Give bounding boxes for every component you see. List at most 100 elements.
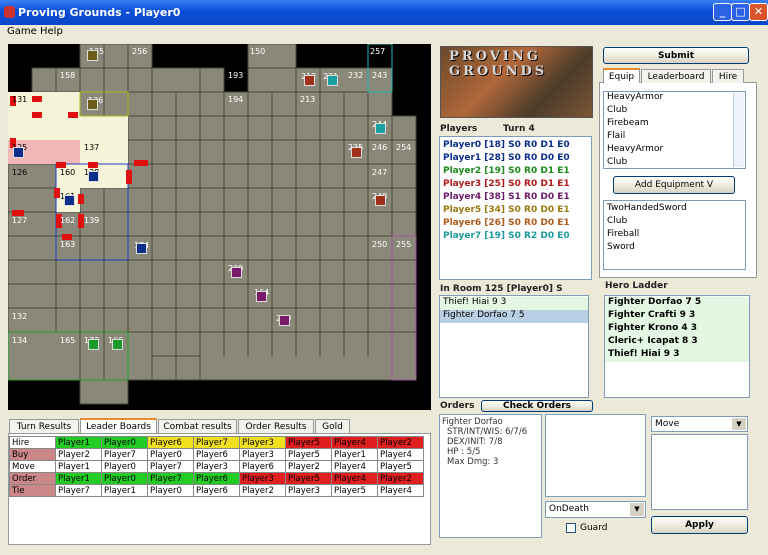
- hero-marker[interactable]: [279, 315, 290, 326]
- hero-marker[interactable]: [112, 339, 123, 350]
- window-title: Proving Grounds - Player0: [18, 6, 181, 19]
- hero-marker[interactable]: [87, 99, 98, 110]
- list-item[interactable]: Club: [604, 216, 745, 229]
- apply-button[interactable]: Apply: [651, 516, 748, 534]
- chevron-down-icon[interactable]: ▼: [732, 418, 746, 430]
- move-options-area[interactable]: [651, 434, 748, 510]
- room-label: 256: [132, 47, 148, 56]
- player-row[interactable]: Player7 [19] S0 R2 D0 E0: [440, 231, 591, 244]
- hero-marker[interactable]: [88, 339, 99, 350]
- room-label: 246: [372, 143, 388, 152]
- list-item[interactable]: Club: [604, 157, 745, 168]
- player-row[interactable]: Player6 [26] S0 R0 D0 E1: [440, 218, 591, 231]
- table-cell: Player5: [285, 436, 332, 449]
- list-item[interactable]: Thief! Hiai 9 3: [605, 349, 749, 362]
- table-cell: Player5: [285, 472, 332, 485]
- table-cell: Player2: [55, 448, 102, 461]
- move-select[interactable]: Move ▼: [651, 416, 748, 432]
- table-cell: Player4: [377, 448, 424, 461]
- hero-marker[interactable]: [13, 147, 24, 158]
- hero-marker[interactable]: [327, 75, 338, 86]
- table-cell: Player6: [193, 484, 240, 497]
- list-item[interactable]: HeavyArmor: [604, 144, 745, 157]
- tab-leader-boards[interactable]: Leader Boards: [80, 418, 157, 433]
- on-death-select[interactable]: OnDeath ▼: [545, 501, 646, 518]
- list-item[interactable]: Firebeam: [604, 118, 745, 131]
- table-cell: Player1: [101, 484, 148, 497]
- hero-marker[interactable]: [88, 171, 99, 182]
- hero-marker[interactable]: [256, 291, 267, 302]
- hero-marker[interactable]: [87, 50, 98, 61]
- tab-gold[interactable]: Gold: [315, 419, 350, 433]
- scrollbar[interactable]: [733, 93, 744, 167]
- player-row[interactable]: Player5 [34] S0 R0 D0 E1: [440, 205, 591, 218]
- player-row[interactable]: Player2 [19] S0 R0 D1 E1: [440, 166, 591, 179]
- banner-logo: PROVING GROUNDS: [449, 49, 548, 79]
- table-cell: Player6: [147, 436, 194, 449]
- equipped-list: TwoHandedSword Club Fireball Sword: [603, 200, 746, 270]
- hero-marker[interactable]: [351, 147, 362, 158]
- hero-marker[interactable]: [375, 123, 386, 134]
- maximize-icon[interactable]: □: [731, 3, 750, 21]
- guard-checkbox[interactable]: [566, 523, 576, 533]
- table-cell: Player1: [55, 460, 102, 473]
- minimize-icon[interactable]: _: [713, 3, 732, 21]
- tab-turn-results[interactable]: Turn Results: [9, 419, 79, 433]
- room-label: 132: [12, 312, 28, 321]
- table-cell: Player3: [285, 484, 332, 497]
- player-row[interactable]: Player1 [28] S0 R0 D0 E0: [440, 153, 591, 166]
- dungeon-map[interactable]: 135 256 150 257 158 193 212 221 232 243 …: [8, 44, 431, 410]
- chevron-down-icon[interactable]: ▼: [630, 503, 644, 516]
- player-row[interactable]: Player4 [38] S1 R0 D0 E1: [440, 192, 591, 205]
- player-row[interactable]: Player0 [18] S0 R0 D1 E0: [440, 140, 591, 153]
- list-item[interactable]: Fighter Crafti 9 3: [605, 310, 749, 323]
- orders-text-area[interactable]: [545, 414, 646, 497]
- room-hero-list: Thief! Hiai 9 3 Fighter Dorfao 7 5: [439, 295, 589, 398]
- menu-help[interactable]: Help: [40, 26, 63, 37]
- check-orders-button[interactable]: Check Orders: [481, 400, 593, 412]
- room-label: 137: [84, 143, 100, 152]
- room-label: 163: [60, 240, 76, 249]
- table-cell: Player5: [285, 448, 332, 461]
- tab-leaderboard[interactable]: Leaderboard: [641, 69, 711, 83]
- close-icon[interactable]: ✕: [749, 3, 768, 21]
- table-row: Order Player1 Player0 Player7 Player6 Player3…: [9, 472, 424, 485]
- list-item[interactable]: Sword: [604, 242, 745, 255]
- tab-equip[interactable]: Equip: [603, 68, 640, 83]
- list-item[interactable]: Thief! Hiai 9 3: [440, 297, 588, 310]
- list-item[interactable]: HeavyArmor: [604, 92, 745, 105]
- table-row: Buy Player2 Player7 Player0 Player6 Player3 Pl…: [9, 448, 424, 461]
- list-item[interactable]: Fighter Dorfao 7 5: [605, 297, 749, 310]
- hero-marker[interactable]: [375, 195, 386, 206]
- hero-marker[interactable]: [304, 75, 315, 86]
- table-cell: Player3: [239, 472, 286, 485]
- tab-hire[interactable]: Hire: [712, 69, 744, 83]
- table-cell: Player4: [331, 460, 378, 473]
- row-label: Move: [9, 460, 56, 473]
- room-label: 127: [12, 216, 28, 225]
- table-cell: Player0: [101, 460, 148, 473]
- tab-combat-results[interactable]: Combat results: [158, 419, 237, 433]
- list-item[interactable]: Club: [604, 105, 745, 118]
- submit-button[interactable]: Submit: [603, 47, 749, 64]
- menu-game[interactable]: Game: [7, 26, 37, 37]
- stat-line: DEX/INIT: 7/8: [447, 437, 503, 447]
- add-equipment-button[interactable]: Add Equipment V: [613, 176, 735, 194]
- turn-label: Turn 4: [503, 124, 535, 134]
- leaderboard-table: Hire Player1 Player0 Player6 Player7 Player3 P…: [9, 436, 424, 497]
- tab-order-results[interactable]: Order Results: [238, 419, 314, 433]
- list-item[interactable]: Fighter Krono 4 3: [605, 323, 749, 336]
- hero-ladder-list: Fighter Dorfao 7 5 Fighter Crafti 9 3 Fi…: [604, 295, 750, 398]
- hero-marker[interactable]: [64, 195, 75, 206]
- list-item[interactable]: Fighter Dorfao 7 5: [440, 310, 588, 323]
- hero-marker[interactable]: [231, 267, 242, 278]
- table-cell: Player7: [147, 460, 194, 473]
- hero-marker[interactable]: [136, 243, 147, 254]
- player-row[interactable]: Player3 [25] S0 R0 D1 E1: [440, 179, 591, 192]
- list-item[interactable]: Flail: [604, 131, 745, 144]
- list-item[interactable]: Cleric+ Icapat 8 3: [605, 336, 749, 349]
- list-item[interactable]: TwoHandedSword: [604, 203, 745, 216]
- list-item[interactable]: Fireball: [604, 229, 745, 242]
- room-label: 250: [372, 240, 388, 249]
- players-label: Players: [440, 124, 478, 134]
